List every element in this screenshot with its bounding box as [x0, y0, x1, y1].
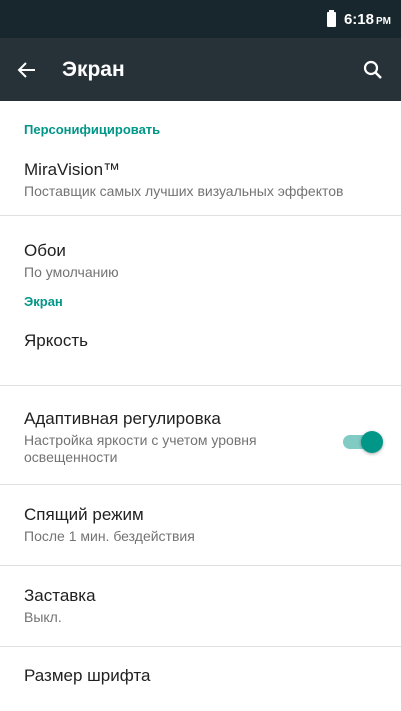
screensaver-summary: Выкл.: [24, 609, 62, 625]
battery-icon: [326, 9, 336, 27]
adaptive-brightness-summary: Настройка яркости с учетом уровня освеще…: [24, 432, 257, 465]
app-title: Экран: [62, 57, 125, 81]
clock-ampm: PM: [376, 15, 391, 27]
screensaver-item[interactable]: Заставка Выкл.: [0, 566, 401, 646]
wallpaper-item[interactable]: Обои По умолчанию: [0, 216, 401, 291]
arrow-back-icon: [17, 61, 35, 78]
section-header-screen: Экран: [24, 294, 63, 309]
adaptive-brightness-title: Адаптивная регулировка: [24, 409, 221, 428]
miravision-title: MiraVision™: [24, 160, 121, 179]
wallpaper-title: Обои: [24, 241, 66, 260]
font-size-item[interactable]: Размер шрифта: [0, 647, 401, 697]
clock-time: 6:18: [343, 10, 374, 28]
search-icon: [363, 60, 382, 79]
app-bar: Экран: [0, 38, 401, 101]
adaptive-brightness-switch[interactable]: [341, 430, 383, 453]
status-clock: 6:18 PM: [344, 11, 391, 28]
settings-list: Персонифицировать MiraVision™ Поставщик …: [0, 101, 401, 697]
section-header-personalize: Персонифицировать: [24, 122, 161, 137]
sleep-title: Спящий режим: [24, 505, 144, 524]
search-button[interactable]: [345, 38, 401, 101]
screensaver-title: Заставка: [24, 586, 96, 605]
status-bar: 6:18 PM: [0, 0, 401, 38]
switch-thumb: [361, 431, 383, 453]
brightness-item[interactable]: Яркость: [0, 331, 401, 385]
wallpaper-summary: По умолчанию: [24, 264, 119, 280]
back-button[interactable]: [0, 38, 62, 101]
adaptive-brightness-item[interactable]: Адаптивная регулировка Настройка яркости…: [0, 386, 401, 484]
sleep-summary: После 1 мин. бездействия: [24, 528, 195, 544]
brightness-title: Яркость: [24, 331, 88, 350]
miravision-summary: Поставщик самых лучших визуальных эффект…: [24, 183, 344, 199]
miravision-item[interactable]: MiraVision™ Поставщик самых лучших визуа…: [0, 137, 401, 215]
sleep-item[interactable]: Спящий режим После 1 мин. бездействия: [0, 485, 401, 565]
font-size-title: Размер шрифта: [24, 666, 151, 685]
